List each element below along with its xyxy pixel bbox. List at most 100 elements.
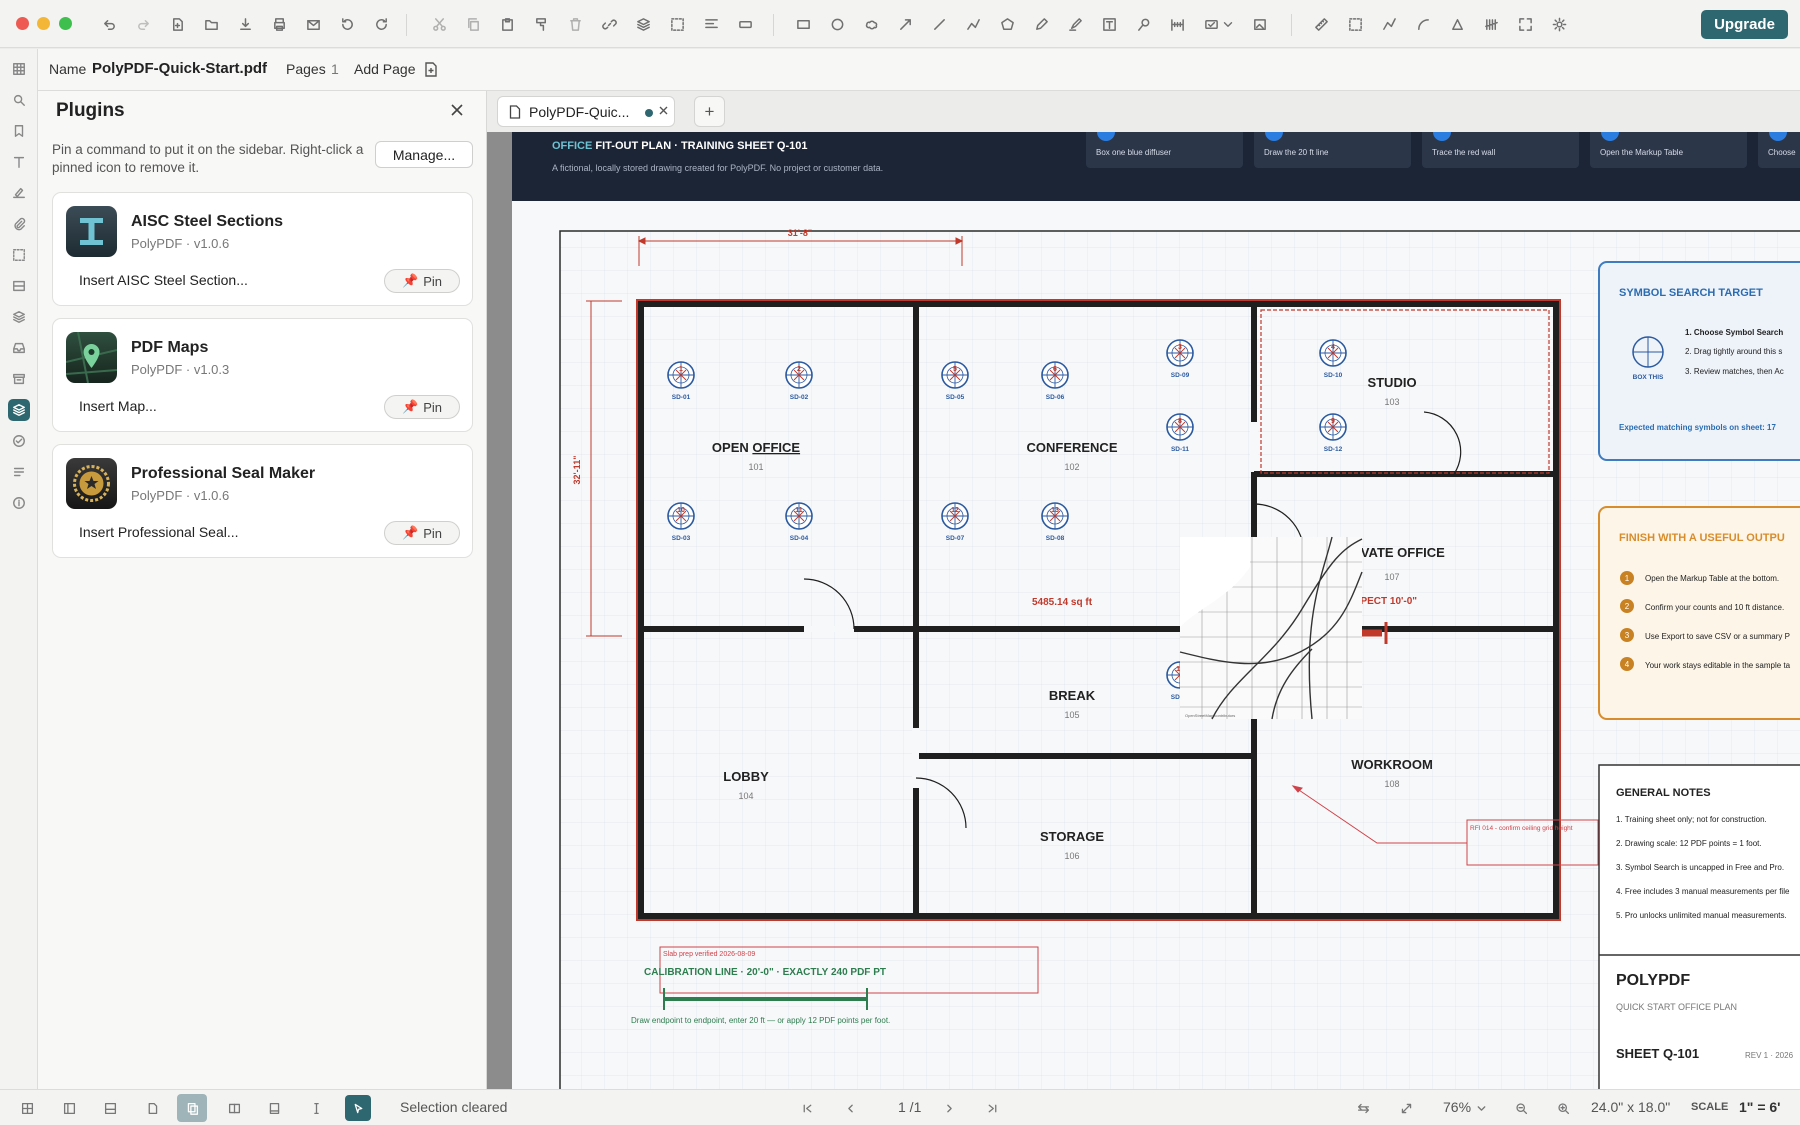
layers-icon[interactable] <box>632 13 654 35</box>
scale-value[interactable]: 1" = 6' <box>1739 1099 1781 1115</box>
angle-icon[interactable] <box>1446 13 1468 35</box>
open-folder-icon[interactable] <box>200 13 222 35</box>
ellipse-icon[interactable] <box>826 13 848 35</box>
diffuser-symbol[interactable]: 13 SD-08 <box>1041 502 1069 542</box>
text-box-icon[interactable] <box>1098 13 1120 35</box>
close-icon[interactable] <box>451 104 463 116</box>
forms-icon[interactable] <box>8 275 30 297</box>
close-window-button[interactable] <box>16 17 29 30</box>
diffuser-symbol[interactable]: 5 SD-05 <box>941 361 969 401</box>
inserted-map[interactable]: OpenStreetMap contributors <box>1179 536 1363 720</box>
diffuser-symbol[interactable]: 4 SD-10 <box>1319 339 1347 379</box>
callout-icon[interactable] <box>1132 13 1154 35</box>
download-icon[interactable] <box>234 13 256 35</box>
diffuser-symbol[interactable]: 1 SD-01 <box>667 361 695 401</box>
signature-icon[interactable] <box>8 182 30 204</box>
zoom-dropdown-icon[interactable] <box>1474 1097 1488 1119</box>
text-icon[interactable] <box>8 151 30 173</box>
last-page-icon[interactable] <box>981 1097 1003 1119</box>
pin-button[interactable]: 📌 Pin <box>384 269 460 293</box>
gear-icon[interactable] <box>1548 13 1570 35</box>
panel-bottom-icon[interactable] <box>99 1097 121 1119</box>
continuous-pages-icon[interactable] <box>177 1094 207 1122</box>
info-icon[interactable] <box>8 492 30 514</box>
zoom-level[interactable]: 76% <box>1443 1099 1471 1115</box>
polyline-icon[interactable] <box>962 13 984 35</box>
diffuser-symbol[interactable]: 6 SD-06 <box>1041 361 1069 401</box>
polygon-icon[interactable] <box>996 13 1018 35</box>
link-icon[interactable] <box>598 13 620 35</box>
add-page-icon[interactable] <box>424 62 438 77</box>
fullscreen-icon[interactable] <box>1514 13 1536 35</box>
undo-icon[interactable] <box>98 13 120 35</box>
layers-panel-icon[interactable] <box>8 306 30 328</box>
two-page-icon[interactable] <box>223 1097 245 1119</box>
line-icon[interactable] <box>928 13 950 35</box>
presentation-icon[interactable] <box>263 1097 285 1119</box>
insert-map-command[interactable]: Insert Map... <box>79 398 157 414</box>
rotate-left-icon[interactable] <box>336 13 358 35</box>
next-page-icon[interactable] <box>938 1097 960 1119</box>
manage-button[interactable]: Manage... <box>375 141 473 168</box>
form-field-icon[interactable] <box>734 13 756 35</box>
archive-icon[interactable] <box>8 368 30 390</box>
add-page-button[interactable]: Add Page <box>354 61 416 77</box>
format-painter-icon[interactable] <box>530 13 552 35</box>
fit-width-icon[interactable] <box>1352 1097 1374 1119</box>
diffuser-symbol[interactable]: 2 SD-02 <box>785 361 813 401</box>
redo-icon[interactable] <box>132 13 154 35</box>
align-icon[interactable] <box>700 13 722 35</box>
zoom-window-button[interactable] <box>59 17 72 30</box>
diffuser-symbol[interactable]: 3 SD-09 <box>1166 339 1194 379</box>
pin-button[interactable]: 📌 Pin <box>384 521 460 545</box>
first-page-icon[interactable] <box>796 1097 818 1119</box>
fit-page-icon[interactable] <box>1395 1097 1417 1119</box>
print-icon[interactable] <box>268 13 290 35</box>
ruler-icon[interactable] <box>1310 13 1332 35</box>
sidebar-left-icon[interactable] <box>58 1097 80 1119</box>
diffuser-symbol[interactable]: 9 SD-12 <box>1319 413 1347 453</box>
plugins-icon[interactable] <box>8 399 30 421</box>
zoom-out-icon[interactable] <box>1510 1097 1532 1119</box>
list-icon[interactable] <box>8 461 30 483</box>
zoom-in-icon[interactable] <box>1552 1097 1574 1119</box>
previous-page-icon[interactable] <box>839 1097 861 1119</box>
diffuser-symbol[interactable]: 10 SD-03 <box>667 502 695 542</box>
document-tab[interactable]: PolyPDF-Quic... <box>497 96 675 127</box>
pin-button[interactable]: 📌 Pin <box>384 395 460 419</box>
page-indicator[interactable]: 1 /1 <box>898 1099 921 1115</box>
rotate-right-icon[interactable] <box>370 13 392 35</box>
file-name[interactable]: PolyPDF-Quick-Start.pdf <box>92 60 267 77</box>
count-icon[interactable] <box>1480 13 1502 35</box>
search-icon[interactable] <box>8 89 30 111</box>
cloud-icon[interactable] <box>860 13 882 35</box>
bookmark-icon[interactable] <box>8 120 30 142</box>
paste-icon[interactable] <box>496 13 518 35</box>
paperclip-icon[interactable] <box>8 213 30 235</box>
diffuser-symbol[interactable]: 12 SD-07 <box>941 502 969 542</box>
upgrade-button[interactable]: Upgrade <box>1701 10 1788 39</box>
select-box-icon[interactable] <box>666 13 688 35</box>
delete-icon[interactable] <box>564 13 586 35</box>
document-canvas[interactable]: OFFICE FIT-OUT PLAN · TRAINING SHEET Q-1… <box>487 132 1800 1089</box>
selection-icon[interactable] <box>8 244 30 266</box>
minimize-window-button[interactable] <box>37 17 50 30</box>
text-cursor-icon[interactable] <box>305 1097 327 1119</box>
thumbnails-icon[interactable] <box>8 58 30 80</box>
mail-icon[interactable] <box>302 13 324 35</box>
pencil-icon[interactable] <box>1030 13 1052 35</box>
rectangle-icon[interactable] <box>792 13 814 35</box>
grid-view-icon[interactable] <box>16 1097 38 1119</box>
check-circle-icon[interactable] <box>8 430 30 452</box>
add-tab-button[interactable]: + <box>694 96 725 127</box>
pointer-tool-icon[interactable] <box>345 1095 371 1121</box>
close-tab-icon[interactable] <box>659 106 668 115</box>
copy-icon[interactable] <box>462 13 484 35</box>
area-measure-icon[interactable] <box>1344 13 1366 35</box>
single-page-icon[interactable] <box>141 1097 163 1119</box>
image-icon[interactable] <box>1248 13 1270 35</box>
new-file-icon[interactable] <box>166 13 188 35</box>
arc-measure-icon[interactable] <box>1412 13 1434 35</box>
inbox-icon[interactable] <box>8 337 30 359</box>
arrow-icon[interactable] <box>894 13 916 35</box>
